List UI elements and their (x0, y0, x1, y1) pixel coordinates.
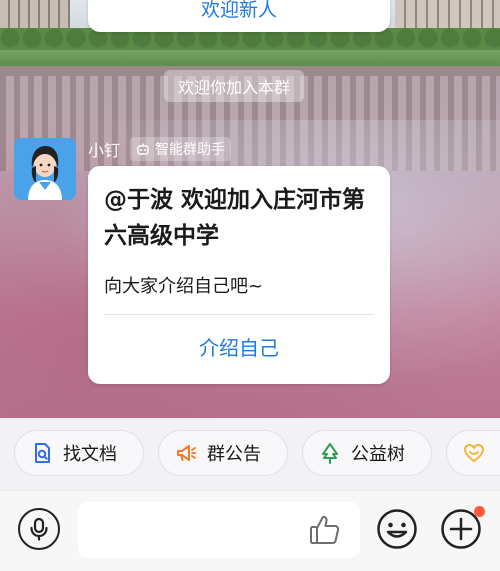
emoji-icon (377, 509, 417, 549)
message-title: @于波 欢迎加入庄河市第六高级中学 (104, 187, 366, 249)
system-notice-text: 欢迎你加入本群 (178, 78, 291, 97)
robot-icon (137, 143, 149, 155)
thumbs-up-icon (310, 515, 340, 544)
background-grass (0, 50, 500, 66)
welcome-new-member-link[interactable]: 欢迎新人 (201, 0, 277, 22)
tree-icon (322, 443, 338, 464)
sender-name: 小钉 (88, 141, 121, 160)
like-button[interactable] (308, 513, 342, 547)
emoji-button[interactable] (376, 508, 418, 550)
quick-actions-bar: 找文档 群公告 公益树 (0, 418, 500, 490)
welcome-message-card: @于波 欢迎加入庄河市第六高级中学 向大家介绍自己吧~ 介绍自己 (88, 166, 390, 384)
sender-row: 小钉 智能群助手 (88, 137, 232, 161)
assistant-tag-label: 智能群助手 (155, 142, 226, 158)
assistant-avatar-icon (14, 138, 76, 200)
system-notice: 欢迎你加入本群 (164, 70, 305, 102)
introduce-yourself-button[interactable]: 介绍自己 (88, 332, 390, 361)
assistant-tag: 智能群助手 (130, 137, 232, 161)
quick-action-find-docs[interactable]: 找文档 (14, 430, 144, 476)
message-body: 向大家介绍自己吧~ (104, 276, 264, 297)
quick-action-label: 群公告 (207, 444, 261, 465)
megaphone-icon (177, 445, 197, 461)
heart-icon (464, 444, 484, 462)
notification-dot (474, 506, 485, 517)
quick-action-more[interactable] (446, 430, 500, 476)
quick-action-label: 公益树 (351, 444, 405, 465)
microphone-icon (30, 517, 48, 541)
quick-action-announcement[interactable]: 群公告 (158, 430, 288, 476)
quick-action-charity-tree[interactable]: 公益树 (302, 430, 432, 476)
avatar[interactable] (14, 138, 76, 200)
quick-action-label: 找文档 (63, 444, 117, 465)
voice-input-button[interactable] (18, 508, 60, 550)
welcome-card-previous: 欢迎新人 (88, 0, 390, 32)
document-search-icon (35, 443, 50, 463)
message-divider (104, 314, 374, 315)
